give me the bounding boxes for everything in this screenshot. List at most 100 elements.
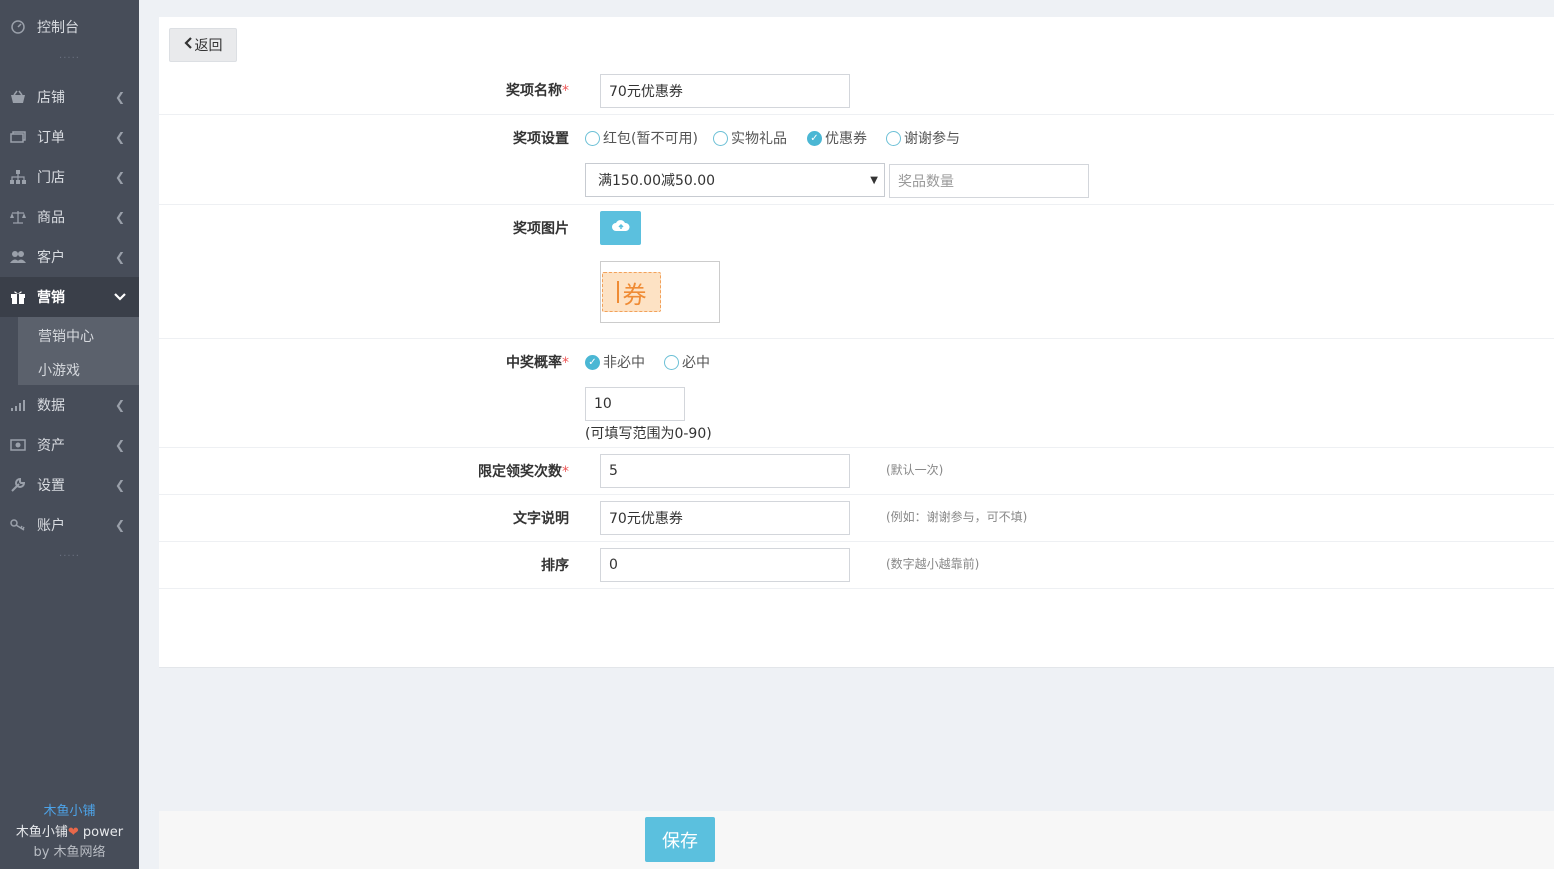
- sort-hint: (数字越小越靠前): [886, 557, 980, 571]
- radio-label: 红包(暂不可用): [603, 131, 698, 147]
- sidebar-item-label: 门店: [37, 170, 65, 186]
- radio-label: 谢谢参与: [904, 131, 960, 147]
- sidebar-item-assets[interactable]: 资产 ❮: [0, 425, 139, 465]
- sidebar-item-store[interactable]: 店铺 ❮: [0, 77, 139, 117]
- sidebar-item-account[interactable]: 账户 ❮: [0, 505, 139, 545]
- marketing-submenu: 营销中心 小游戏: [0, 317, 139, 385]
- sidebar-item-label: 设置: [37, 478, 65, 494]
- text-description-input[interactable]: 70元优惠券: [600, 501, 850, 535]
- sidebar-item-label: 数据: [37, 398, 65, 414]
- chevron-down-icon: [114, 291, 126, 303]
- row-divider: [159, 204, 1554, 205]
- sidebar-item-products[interactable]: 商品 ❮: [0, 197, 139, 237]
- radio-circle: [713, 130, 728, 146]
- back-button-label: 返回: [194, 38, 223, 54]
- limit-input[interactable]: 5: [600, 454, 850, 488]
- sidebar-item-label: 商品: [37, 210, 65, 226]
- required-mark: *: [562, 464, 569, 480]
- sort-label: 排序: [541, 558, 569, 574]
- sidebar-item-console[interactable]: 控制台: [0, 7, 139, 47]
- radio-coupon[interactable]: ✓ 优惠券: [807, 128, 867, 148]
- users-icon: [10, 249, 26, 265]
- chevron-left-icon: ❮: [114, 250, 126, 264]
- submenu-item-mini-games[interactable]: 小游戏: [38, 360, 80, 380]
- sidebar-item-orders[interactable]: 订单 ❮: [0, 117, 139, 157]
- brand-by-link[interactable]: 木鱼网络: [54, 845, 106, 860]
- radio-circle: [886, 130, 901, 146]
- radio-physical-gift[interactable]: 实物礼品: [713, 128, 787, 148]
- cloud-upload-icon: [611, 220, 630, 236]
- chevron-left-icon: ❮: [114, 90, 126, 104]
- sidebar-item-label: 店铺: [37, 90, 65, 106]
- upload-button[interactable]: [600, 211, 641, 245]
- sidebar-item-customers[interactable]: 客户 ❮: [0, 237, 139, 277]
- chevron-left-icon: ❮: [114, 130, 126, 144]
- brand-line-prefix: 木鱼小铺: [15, 825, 68, 840]
- check-icon: ✓: [807, 130, 822, 146]
- submenu-item-marketing-center[interactable]: 营销中心: [38, 326, 94, 346]
- radio-not-guaranteed[interactable]: ✓ 非必中: [585, 352, 645, 372]
- prize-name-label: 奖项名称*: [389, 80, 569, 100]
- sidebar-item-outlets[interactable]: 门店 ❮: [0, 157, 139, 197]
- row-divider: [159, 447, 1554, 448]
- sidebar-item-marketing[interactable]: 营销: [0, 277, 139, 317]
- row-divider: [159, 541, 1554, 542]
- scale-icon: [10, 209, 26, 225]
- prize-image-preview[interactable]: 券: [600, 261, 720, 323]
- key-icon: [10, 517, 26, 533]
- chevron-left-icon: ❮: [114, 478, 126, 492]
- prize-setting-label: 奖项设置: [513, 131, 569, 147]
- brand-by-prefix: by: [33, 845, 54, 860]
- caret-down-icon: ▼: [870, 174, 878, 186]
- radio-red-packet[interactable]: 红包(暂不可用): [585, 128, 698, 148]
- row-divider: [159, 494, 1554, 495]
- chevron-left-icon: [183, 37, 192, 53]
- brand-power-line: 木鱼小铺❤ power: [0, 821, 139, 840]
- prize-form-card: 返回 奖项名称* 70元优惠券 奖项设置 红包(暂不可用) 实物礼品 ✓ 优惠券 …: [159, 17, 1554, 668]
- sort-input[interactable]: 0: [600, 548, 850, 582]
- chevron-left-icon: ❮: [114, 210, 126, 224]
- coupon-image-text: 券: [622, 280, 647, 309]
- radio-label: 非必中: [603, 355, 645, 371]
- dashboard-icon: [10, 19, 26, 35]
- probability-label: 中奖概率*: [389, 352, 569, 372]
- prize-quantity-input[interactable]: 奖品数量: [889, 164, 1089, 198]
- coupon-image: 券: [602, 272, 661, 312]
- row-divider: [159, 338, 1554, 339]
- coupon-select-value: 满150.00减50.00: [598, 173, 716, 189]
- radio-label: 必中: [682, 355, 710, 371]
- text-description-hint: (例如：谢谢参与，可不填): [886, 510, 1028, 524]
- required-mark: *: [562, 355, 569, 371]
- sidebar-item-settings[interactable]: 设置 ❮: [0, 465, 139, 505]
- prize-name-input[interactable]: 70元优惠券: [600, 74, 850, 108]
- brand-name[interactable]: 木鱼小铺: [0, 800, 139, 819]
- basket-icon: [10, 89, 26, 105]
- footer-bar: 保存: [159, 811, 1554, 869]
- check-icon: ✓: [585, 354, 600, 370]
- sidebar: 控制台 ····· 店铺 ❮ 订单 ❮ 门店 ❮ 商品 ❮ 客户 ❮ 营销 营销…: [0, 0, 139, 869]
- prize-image-label: 奖项图片: [513, 221, 569, 237]
- limit-hint: (默认一次): [886, 463, 944, 477]
- radio-thanks[interactable]: 谢谢参与: [886, 128, 960, 148]
- coupon-select[interactable]: 满150.00减50.00 ▼: [585, 163, 885, 197]
- sidebar-item-label: 账户: [37, 518, 65, 534]
- radio-circle: [664, 354, 679, 370]
- probability-note: (可填写范围为0-90): [585, 426, 712, 442]
- coupon-divider: [616, 281, 619, 303]
- radio-guaranteed[interactable]: 必中: [664, 352, 710, 372]
- signal-icon: [10, 397, 26, 413]
- money-icon: [10, 437, 26, 453]
- text-description-label: 文字说明: [513, 511, 569, 527]
- sidebar-item-data[interactable]: 数据 ❮: [0, 385, 139, 425]
- sitemap-icon: [10, 169, 26, 185]
- sidebar-item-label: 资产: [37, 438, 65, 454]
- chevron-left-icon: ❮: [114, 398, 126, 412]
- back-button[interactable]: 返回: [169, 28, 237, 62]
- required-mark: *: [562, 83, 569, 99]
- sidebar-item-label: 订单: [37, 130, 65, 146]
- probability-label-text: 中奖概率: [506, 355, 562, 371]
- radio-circle: [585, 130, 600, 146]
- probability-input[interactable]: 10: [585, 387, 685, 421]
- wrench-icon: [10, 477, 26, 493]
- save-button[interactable]: 保存: [645, 817, 715, 862]
